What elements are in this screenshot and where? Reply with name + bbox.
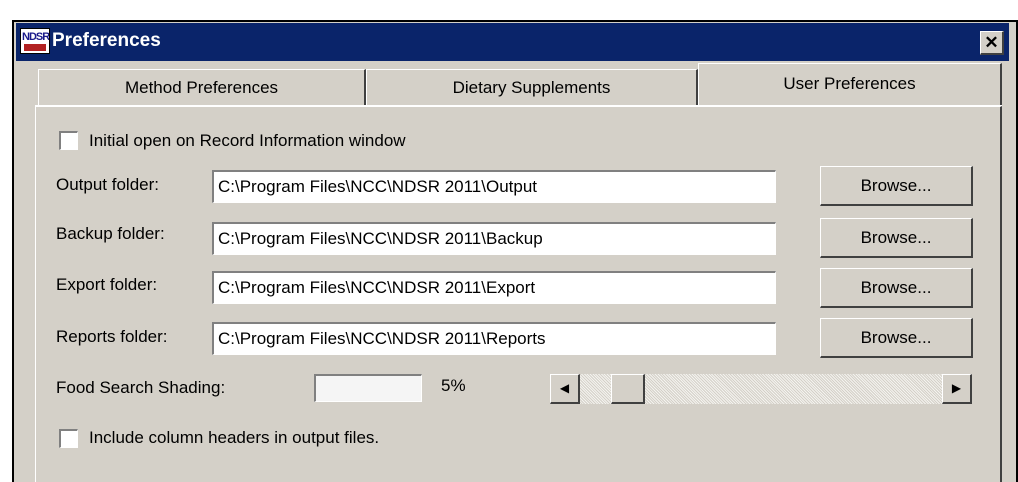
reports-folder-label: Reports folder: bbox=[56, 327, 168, 346]
shading-label: Food Search Shading: bbox=[56, 378, 226, 397]
export-folder-field[interactable]: C:\Program Files\NCC\NDSR 2011\Export bbox=[212, 271, 776, 304]
scroll-right-button[interactable]: ▶ bbox=[942, 374, 972, 404]
shading-value: 5% bbox=[441, 376, 466, 395]
tab-method-preferences[interactable]: Method Preferences bbox=[38, 69, 366, 107]
output-folder-field[interactable]: C:\Program Files\NCC\NDSR 2011\Output bbox=[212, 170, 776, 203]
reports-browse-button[interactable]: Browse... bbox=[820, 318, 973, 358]
include-headers-checkbox[interactable] bbox=[59, 429, 78, 448]
scroll-thumb[interactable] bbox=[611, 374, 645, 404]
output-browse-button[interactable]: Browse... bbox=[820, 166, 973, 206]
initial-open-checkbox[interactable] bbox=[59, 131, 78, 150]
app-icon-band bbox=[24, 44, 46, 51]
window-title: Preferences bbox=[52, 30, 161, 51]
arrow-right-icon: ▶ bbox=[951, 381, 962, 395]
tab-dietary-supplements[interactable]: Dietary Supplements bbox=[366, 69, 698, 107]
backup-browse-button[interactable]: Browse... bbox=[820, 218, 973, 258]
export-browse-button[interactable]: Browse... bbox=[820, 268, 973, 308]
reports-folder-field[interactable]: C:\Program Files\NCC\NDSR 2011\Reports bbox=[212, 322, 776, 355]
arrow-left-icon: ◀ bbox=[559, 381, 570, 395]
app-icon-label: NDSR bbox=[22, 31, 50, 43]
app-icon: NDSR bbox=[20, 28, 50, 54]
initial-open-label: Initial open on Record Information windo… bbox=[89, 131, 406, 150]
close-button[interactable]: ✕ bbox=[980, 31, 1004, 55]
backup-folder-field[interactable]: C:\Program Files\NCC\NDSR 2011\Backup bbox=[212, 222, 776, 255]
shading-preview-swatch bbox=[314, 374, 422, 402]
include-headers-label: Include column headers in output files. bbox=[89, 428, 380, 447]
export-folder-label: Export folder: bbox=[56, 275, 158, 294]
close-icon: ✕ bbox=[984, 33, 999, 52]
output-folder-label: Output folder: bbox=[56, 175, 160, 194]
backup-folder-label: Backup folder: bbox=[56, 224, 165, 243]
tab-user-preferences[interactable]: User Preferences bbox=[698, 63, 1002, 105]
scroll-left-button[interactable]: ◀ bbox=[550, 374, 580, 404]
title-bar[interactable] bbox=[16, 23, 1009, 61]
